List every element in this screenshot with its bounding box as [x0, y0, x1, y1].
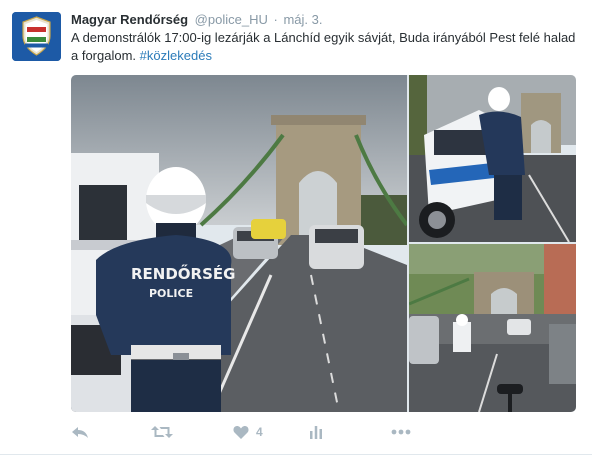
more-dots-icon	[391, 429, 411, 435]
photo-bridge-traffic[interactable]	[409, 244, 576, 412]
tweet-actions: 4	[71, 420, 576, 444]
tweet-date[interactable]: máj. 3.	[283, 12, 322, 27]
photo-police-motorcycle[interactable]	[409, 75, 576, 242]
like-count: 4	[256, 425, 263, 439]
author-handle[interactable]: @police_HU	[195, 12, 268, 27]
heart-icon	[233, 425, 249, 439]
retweet-icon	[151, 426, 173, 438]
hashtag-link[interactable]: #közlekedés	[140, 48, 212, 63]
photo-police-officer-bridge[interactable]: RENDŐRSÉG POLICE	[71, 75, 407, 412]
profile-avatar[interactable]	[12, 12, 61, 61]
like-button[interactable]: 4	[233, 420, 263, 444]
jacket-text-1: RENDŐRSÉG	[131, 263, 235, 283]
author-name[interactable]: Magyar Rendőrség	[71, 12, 188, 27]
reply-icon	[72, 427, 88, 438]
police-badge-icon	[12, 12, 61, 61]
reply-button[interactable]	[71, 420, 89, 444]
analytics-button[interactable]	[309, 420, 323, 444]
retweet-button[interactable]	[151, 420, 173, 444]
media-grid: RENDŐRSÉG POLICE	[71, 75, 576, 412]
tweet-card: Magyar Rendőrség @police_HU · máj. 3. A …	[0, 0, 592, 455]
jacket-text-2: POLICE	[149, 287, 193, 300]
header-separator: ·	[273, 12, 278, 27]
more-button[interactable]	[391, 420, 411, 444]
tweet-header: Magyar Rendőrség @police_HU · máj. 3.	[71, 11, 581, 29]
tweet-text: A demonstrálók 17:00-ig lezárják a Lánch…	[71, 29, 576, 65]
analytics-icon	[310, 426, 322, 439]
